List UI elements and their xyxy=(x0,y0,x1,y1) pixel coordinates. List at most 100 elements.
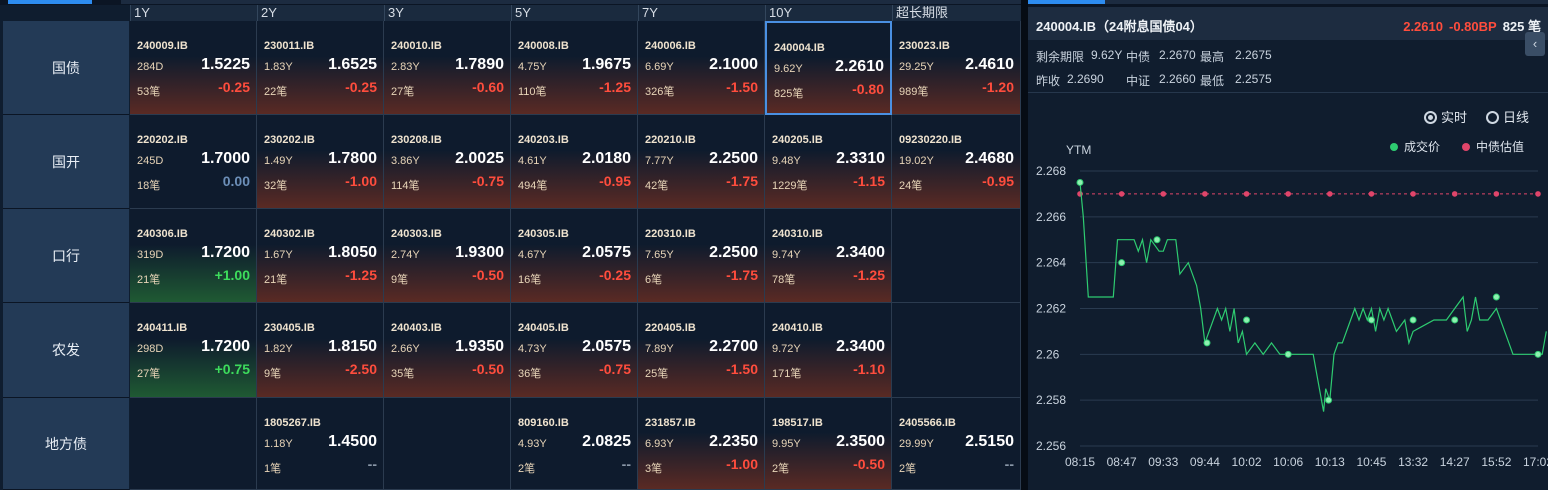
panel-splitter[interactable] xyxy=(1021,0,1028,490)
remaining-term: 1.67Y xyxy=(264,249,293,261)
yield-change: -1.20 xyxy=(982,79,1014,95)
bond-quote-cell[interactable]: 240310.IB 9.74Y 2.3400 78笔 -1.25 xyxy=(765,209,892,303)
row-label[interactable]: 国开 xyxy=(3,115,129,209)
collapse-panel-button[interactable]: ‹ xyxy=(1525,32,1545,56)
bond-quote-cell[interactable]: 220405.IB 7.89Y 2.2700 25笔 -1.50 xyxy=(638,303,765,398)
bond-quote-cell[interactable]: 220202.IB 245D 1.7000 18笔 0.00 xyxy=(130,115,257,209)
trade-price-point xyxy=(1409,316,1417,324)
bond-code: 230208.IB xyxy=(391,134,442,146)
bond-quote-cell[interactable]: 230202.IB 1.49Y 1.7800 32笔 -1.00 xyxy=(257,115,384,209)
trade-count: 825笔 xyxy=(774,88,804,100)
bond-code: 198517.IB xyxy=(772,417,823,429)
active-tab-indicator[interactable] xyxy=(8,0,92,4)
bond-quote-cell[interactable]: 230011.IB 1.83Y 1.6525 22笔 -0.25 xyxy=(257,21,384,115)
yield-change: -0.50 xyxy=(472,267,504,283)
tenor-header-1[interactable]: 2Y xyxy=(257,5,384,21)
bond-quote-cell[interactable]: 240411.IB 298D 1.7200 27笔 +0.75 xyxy=(130,303,257,398)
yield-value: 1.6525 xyxy=(328,56,377,73)
bond-quote-cell[interactable]: 240403.IB 2.66Y 1.9350 35笔 -0.50 xyxy=(384,303,511,398)
x-tick-label: 13:32 xyxy=(1398,455,1428,469)
bond-quote-cell[interactable]: 240405.IB 4.73Y 2.0575 36笔 -0.75 xyxy=(511,303,638,398)
bond-quote-cell[interactable]: 09230220.IB 19.02Y 2.4680 24笔 -0.95 xyxy=(892,115,1021,209)
remaining-term: 9.95Y xyxy=(772,438,801,450)
bond-code: 240006.IB xyxy=(645,40,696,52)
bond-quote-cell[interactable]: 240205.IB 9.48Y 2.3310 1229笔 -1.15 xyxy=(765,115,892,209)
bond-quote-cell[interactable]: 220210.IB 7.77Y 2.2500 42笔 -1.75 xyxy=(638,115,765,209)
remaining-term-label: 剩余期限 xyxy=(1036,50,1085,64)
bond-quote-cell[interactable]: 240303.IB 2.74Y 1.9300 9笔 -0.50 xyxy=(384,209,511,303)
yield-change: -0.75 xyxy=(472,173,504,189)
trade-count: 35笔 xyxy=(391,368,415,380)
x-tick-label: 10:45 xyxy=(1356,455,1386,469)
bond-quote-cell[interactable]: 2405566.IB 29.99Y 2.5150 2笔 -- xyxy=(892,398,1021,490)
mode-realtime-radio[interactable]: 实时 xyxy=(1424,107,1467,126)
bond-quote-cell[interactable]: 240306.IB 319D 1.7200 21笔 +1.00 xyxy=(130,209,257,303)
tenor-header-3[interactable]: 5Y xyxy=(511,5,638,21)
bond-quote-cell[interactable]: 198517.IB 9.95Y 2.3500 2笔 -0.50 xyxy=(765,398,892,490)
detail-active-tab[interactable] xyxy=(1028,0,1105,4)
bond-quote-cell[interactable]: 230405.IB 1.82Y 1.8150 9笔 -2.50 xyxy=(257,303,384,398)
tenor-header-5[interactable]: 10Y xyxy=(765,5,892,21)
remaining-term: 4.67Y xyxy=(518,249,547,261)
yield-value: 1.8050 xyxy=(328,244,377,261)
bond-quote-cell[interactable]: 240006.IB 6.69Y 2.1000 326笔 -1.50 xyxy=(638,21,765,115)
bond-quote-cell[interactable]: 240410.IB 9.72Y 2.3400 171笔 -1.10 xyxy=(765,303,892,398)
legend-valuation-label: 中债估值 xyxy=(1476,140,1525,154)
bond-quote-cell[interactable]: 220310.IB 7.65Y 2.2500 6笔 -1.75 xyxy=(638,209,765,303)
bond-quote-cell[interactable]: 240305.IB 4.67Y 2.0575 16笔 -0.25 xyxy=(511,209,638,303)
tenor-header-0[interactable]: 1Y xyxy=(130,5,257,21)
bond-quote-cell[interactable]: 809160.IB 4.93Y 2.0825 2笔 -- xyxy=(511,398,638,490)
bond-quote-cell[interactable]: 240004.IB 9.62Y 2.2610 825笔 -0.80 xyxy=(765,21,892,115)
bond-code: 809160.IB xyxy=(518,417,569,429)
bond-quote-cell[interactable]: 230023.IB 29.25Y 2.4610 989笔 -1.20 xyxy=(892,21,1021,115)
bond-quote-cell[interactable]: 1805267.IB 1.18Y 1.4500 1笔 -- xyxy=(257,398,384,490)
yield-change: -1.25 xyxy=(345,267,377,283)
trade-price-point xyxy=(1284,350,1292,358)
tenor-header-6[interactable]: 超长期限 xyxy=(892,5,1021,21)
bond-quote-cell[interactable]: 240203.IB 4.61Y 2.0180 494笔 -0.95 xyxy=(511,115,638,209)
yield-change: -- xyxy=(1004,456,1014,472)
yield-change: -0.50 xyxy=(853,456,885,472)
yield-change: -1.25 xyxy=(599,79,631,95)
bond-quote-cell[interactable]: 240302.IB 1.67Y 1.8050 21笔 -1.25 xyxy=(257,209,384,303)
yield-value: 1.9350 xyxy=(455,338,504,355)
remaining-term: 4.61Y xyxy=(518,155,547,167)
legend-trade-price[interactable]: 成交价 xyxy=(1390,138,1440,155)
yield-value: 1.4500 xyxy=(328,433,377,450)
row-label[interactable]: 国债 xyxy=(3,21,129,115)
bond-quote-cell[interactable]: 240008.IB 4.75Y 1.9675 110笔 -1.25 xyxy=(511,21,638,115)
remaining-term: 9.62Y xyxy=(774,63,803,75)
yield-value: 2.2500 xyxy=(709,150,758,167)
bond-quote-cell[interactable]: 231857.IB 6.93Y 2.2350 3笔 -1.00 xyxy=(638,398,765,490)
trade-count: 1229笔 xyxy=(772,180,808,192)
y-tick-label: 2.268 xyxy=(1036,164,1066,178)
yield-change: -1.00 xyxy=(345,173,377,189)
valuation-point xyxy=(1160,191,1167,197)
remaining-term: 9.48Y xyxy=(772,155,801,167)
trade-count: 21笔 xyxy=(137,274,161,286)
yield-change: -2.50 xyxy=(345,361,377,377)
bond-quote-cell[interactable]: 240010.IB 2.83Y 1.7890 27笔 -0.60 xyxy=(384,21,511,115)
remaining-term: 6.93Y xyxy=(645,438,674,450)
legend-valuation[interactable]: 中债估值 xyxy=(1462,138,1524,155)
trade-price-point xyxy=(1076,178,1084,186)
bond-quote-cell[interactable]: 240009.IB 284D 1.5225 53笔 -0.25 xyxy=(130,21,257,115)
trade-price-point xyxy=(1153,236,1161,244)
row-label[interactable]: 农发 xyxy=(3,303,129,398)
y-tick-label: 2.256 xyxy=(1036,439,1066,453)
row-label[interactable]: 地方债 xyxy=(3,398,129,490)
row-label[interactable]: 口行 xyxy=(3,209,129,303)
yield-value: 2.2610 xyxy=(835,58,884,75)
yield-change: -0.25 xyxy=(345,79,377,95)
bond-quote-cell[interactable]: 230208.IB 3.86Y 2.0025 114笔 -0.75 xyxy=(384,115,511,209)
yield-value: 1.7890 xyxy=(455,56,504,73)
yield-value: 2.0025 xyxy=(455,150,504,167)
trade-count: 2笔 xyxy=(899,463,917,475)
yield-value: 1.5225 xyxy=(201,56,250,73)
mode-daily-radio[interactable]: 日线 xyxy=(1486,107,1529,126)
tenor-header-2[interactable]: 3Y xyxy=(384,5,511,21)
trade-price-point xyxy=(1534,350,1542,358)
tenor-header-4[interactable]: 7Y xyxy=(638,5,765,21)
ytm-line-chart[interactable]: 2.268 2.266 2.264 2.262 2.26 2.258 2.256 08:15 0… xyxy=(1028,0,1548,490)
yield-value: 1.9300 xyxy=(455,244,504,261)
